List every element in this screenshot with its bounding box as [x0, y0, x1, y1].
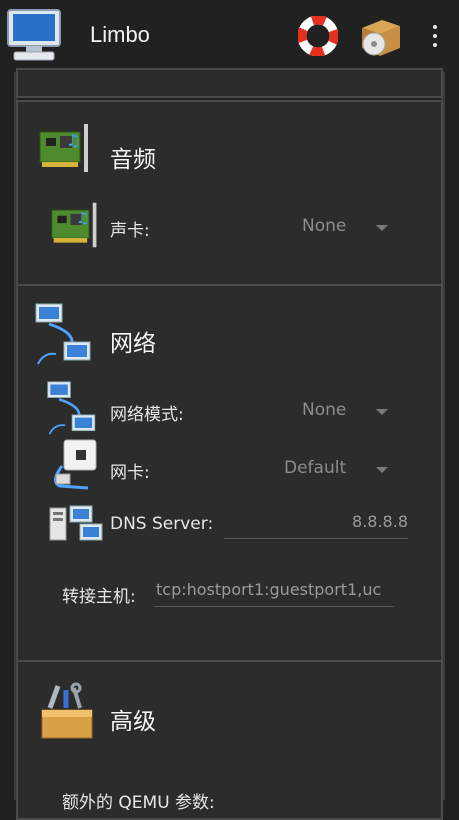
network-computers-icon	[47, 381, 96, 435]
audio-section-title: 音频	[110, 147, 156, 173]
host-forward-label: 转接主机:	[62, 587, 136, 607]
svg-text:♫: ♫	[76, 209, 89, 227]
toolbox-icon	[41, 682, 93, 739]
extra-qemu-label: 额外的 QEMU 参数:	[62, 793, 215, 813]
dns-server-value: 8.8.8.8	[352, 512, 408, 531]
nic-label: 网卡:	[110, 463, 150, 483]
dns-server-label: DNS Server:	[110, 514, 214, 534]
network-mode-select[interactable]: None	[288, 392, 408, 432]
network-card-icon	[54, 439, 97, 490]
settings-content: ♫ 音频 ♫ 声卡: None 网络 网络模式: None 网卡: Defaul…	[0, 68, 459, 820]
network-computers-icon	[35, 303, 91, 365]
advanced-section-card: 高级 额外的 QEMU 参数:	[16, 660, 443, 820]
advanced-section-title: 高级	[110, 709, 156, 735]
computer-icon	[7, 9, 61, 61]
dns-server-input[interactable]: 8.8.8.8	[224, 504, 408, 539]
host-forward-value: tcp:hostport1:guestport1,uc	[156, 580, 382, 599]
nic-select[interactable]: Default	[272, 450, 408, 490]
sound-card-icon: ♫	[39, 124, 88, 172]
network-section-card: 网络 网络模式: None 网卡: Default DNS Server: 8.…	[16, 284, 443, 662]
overflow-menu-icon[interactable]	[427, 22, 443, 52]
sound-card-select[interactable]: None	[288, 208, 408, 248]
sound-card-value: None	[302, 216, 347, 236]
audio-section-card: ♫ 音频 ♫ 声卡: None	[16, 100, 443, 286]
chevron-down-icon	[376, 467, 388, 473]
svg-text:♫: ♫	[66, 131, 80, 150]
help-lifebuoy-icon[interactable]	[298, 16, 338, 56]
host-forward-input[interactable]: tcp:hostport1:guestport1,uc	[154, 572, 394, 607]
app-title: Limbo	[90, 22, 150, 47]
network-section-title: 网络	[110, 331, 156, 357]
dns-server-icon	[49, 505, 103, 541]
nic-value: Default	[284, 458, 347, 478]
network-mode-value: None	[302, 400, 347, 420]
sound-card-icon: ♫	[51, 202, 97, 248]
network-mode-label: 网络模式:	[110, 405, 184, 425]
app-bar: Limbo	[0, 0, 459, 72]
chevron-down-icon	[376, 225, 388, 231]
previous-section-card	[16, 68, 443, 98]
sound-card-label: 声卡:	[110, 221, 150, 241]
chevron-down-icon	[376, 409, 388, 415]
package-disc-icon[interactable]	[358, 16, 402, 58]
